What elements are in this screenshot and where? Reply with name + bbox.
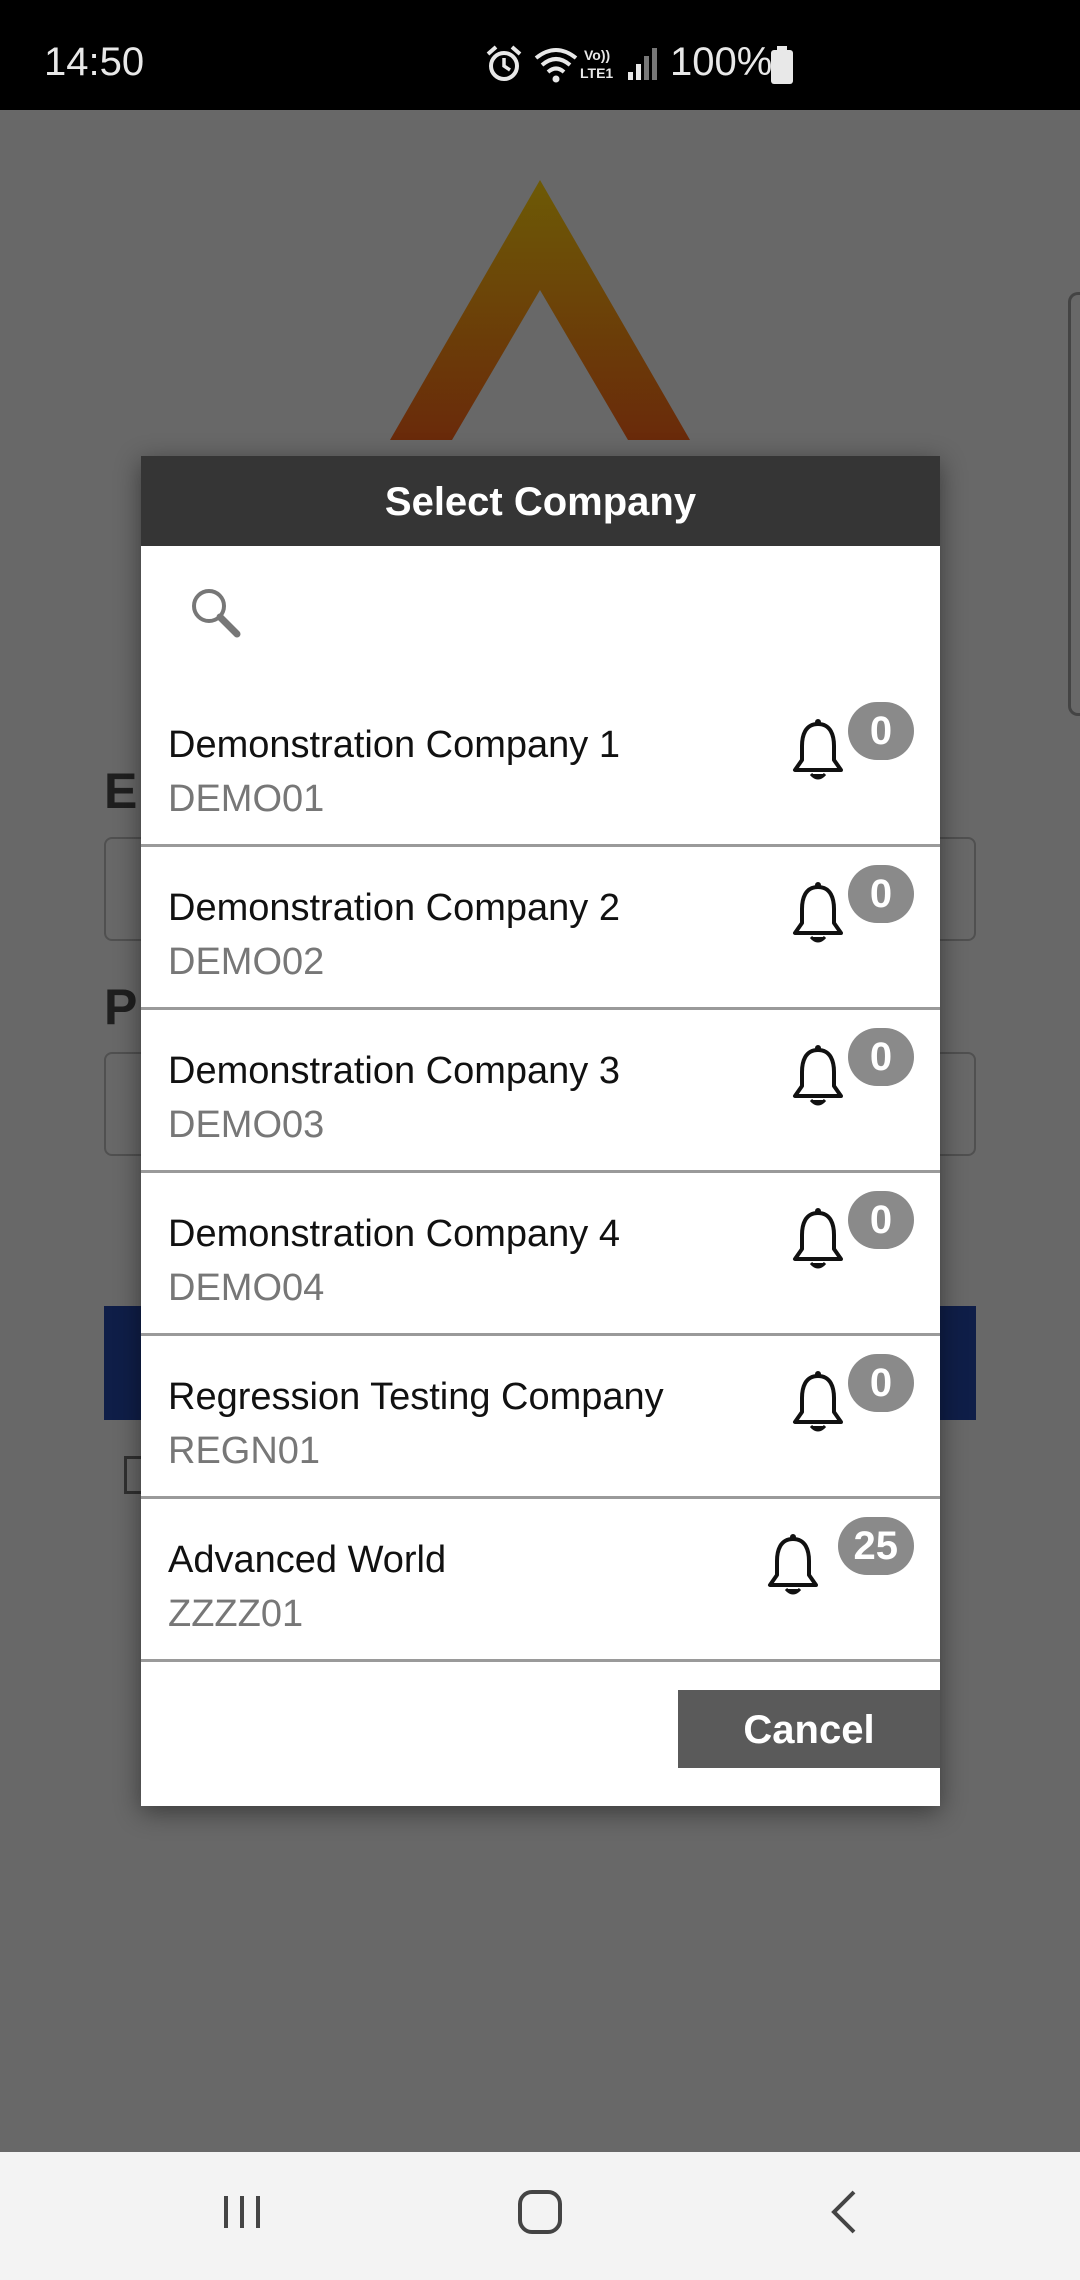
company-name: Demonstration Company 3 [168, 1050, 620, 1092]
svg-text:Vo)): Vo)) [584, 47, 610, 63]
bell-icon [788, 1370, 848, 1436]
company-list-item[interactable]: Demonstration Company 3 DEMO03 0 [141, 1010, 940, 1173]
alarm-icon [486, 45, 522, 81]
status-time: 14:50 [44, 40, 145, 84]
search-row[interactable] [141, 546, 940, 684]
home-icon[interactable] [510, 2182, 570, 2242]
volte-icon: Vo)) LTE1 [580, 47, 613, 81]
company-list-item[interactable]: Demonstration Company 1 DEMO01 0 [141, 684, 940, 847]
cancel-button[interactable]: Cancel [678, 1690, 940, 1768]
company-list-item[interactable]: Demonstration Company 4 DEMO04 0 [141, 1173, 940, 1336]
notification-count-badge: 25 [837, 1517, 914, 1575]
battery-icon [771, 46, 793, 84]
status-bar: 14:50 Vo)) LTE1 100% [0, 0, 1080, 110]
company-code: DEMO02 [168, 941, 325, 983]
email-label: E [104, 763, 138, 819]
company-code: REGN01 [168, 1430, 321, 1472]
company-list: Demonstration Company 1 DEMO01 0 Demonstrat… [141, 684, 940, 1662]
bell-icon [788, 881, 848, 947]
bell-icon [788, 1207, 848, 1273]
company-name: Demonstration Company 1 [168, 724, 620, 766]
company-name: Advanced World [168, 1539, 447, 1581]
notification-count-badge: 0 [848, 702, 914, 760]
wifi-icon [534, 48, 578, 83]
company-code: ZZZZ01 [168, 1593, 304, 1635]
company-list-item[interactable]: Demonstration Company 2 DEMO02 0 [141, 847, 940, 1010]
company-list-item[interactable]: Advanced World ZZZZ01 25 [141, 1499, 940, 1662]
company-code: DEMO04 [168, 1267, 325, 1309]
edge-panel-handle[interactable] [1068, 292, 1080, 716]
company-name: Demonstration Company 4 [168, 1213, 620, 1255]
recents-icon[interactable] [212, 2182, 272, 2242]
notification-count-badge: 0 [848, 1354, 914, 1412]
company-code: DEMO01 [168, 778, 325, 820]
company-list-item[interactable]: Regression Testing Company REGN01 0 [141, 1336, 940, 1499]
bell-icon [763, 1533, 823, 1599]
back-icon[interactable] [816, 2182, 876, 2242]
dialog-title: Select Company [141, 456, 940, 546]
select-company-dialog: Select Company Demonstration Company 1 DE… [141, 456, 940, 1806]
dialog-footer: Cancel [141, 1662, 940, 1792]
company-name: Regression Testing Company [168, 1376, 664, 1418]
search-icon[interactable] [185, 582, 245, 642]
signal-icon [628, 48, 657, 80]
notification-count-badge: 0 [848, 1028, 914, 1086]
app-logo [390, 180, 690, 440]
bell-icon [788, 718, 848, 784]
password-label: P [104, 979, 138, 1035]
company-code: DEMO03 [168, 1104, 325, 1146]
svg-text:LTE1: LTE1 [580, 65, 613, 81]
notification-count-badge: 0 [848, 865, 914, 923]
battery-percent: 100% [670, 40, 773, 84]
company-name: Demonstration Company 2 [168, 887, 620, 929]
bell-icon [788, 1044, 848, 1110]
notification-count-badge: 0 [848, 1191, 914, 1249]
navigation-bar [0, 2152, 1080, 2280]
